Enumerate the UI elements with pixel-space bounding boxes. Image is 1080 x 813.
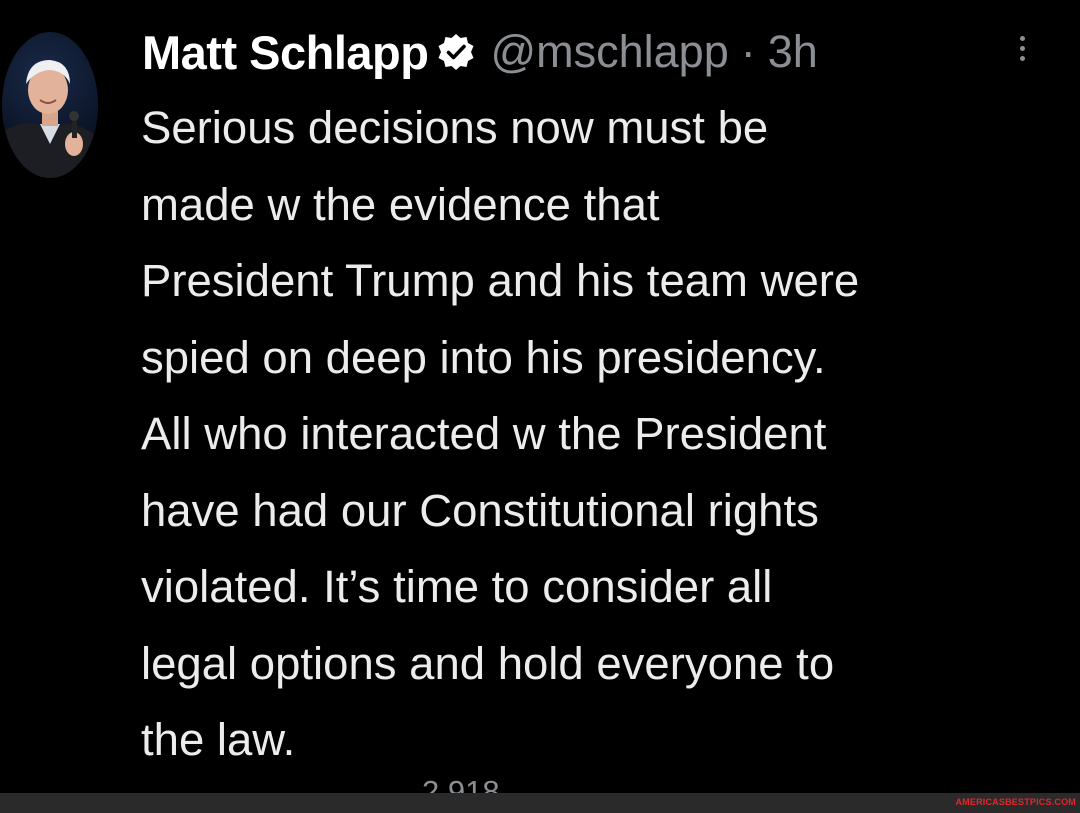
timestamp[interactable]: 3h bbox=[768, 26, 818, 78]
separator-dot: · bbox=[740, 26, 756, 77]
tweet-text-line: legal options and hold everyone to bbox=[141, 637, 835, 689]
engagement-count[interactable]: 2,918 bbox=[422, 774, 500, 793]
user-handle[interactable]: @mschlapp bbox=[490, 26, 728, 78]
tweet-text-line: have had our Constitutional rights bbox=[141, 484, 819, 536]
tweet-text-line: violated. It’s time to consider all bbox=[141, 561, 773, 612]
verified-badge-icon bbox=[436, 32, 476, 72]
tweet-text: Serious decisions now must be made w the… bbox=[141, 90, 1071, 779]
tweet-header: Matt Schlapp @mschlapp · 3h bbox=[142, 20, 818, 84]
watermark-bar: AMERICASBESTPICS.COM bbox=[0, 793, 1080, 813]
tweet-text-line: President Trump and his team were bbox=[141, 255, 860, 306]
avatar[interactable] bbox=[2, 32, 98, 178]
watermark: AMERICASBESTPICS.COM bbox=[955, 797, 1076, 807]
tweet-text-line: All who interacted w the President bbox=[141, 408, 827, 459]
tweet-text-line: spied on deep into his presidency. bbox=[141, 331, 826, 383]
display-name[interactable]: Matt Schlapp bbox=[142, 25, 429, 80]
tweet[interactable]: Matt Schlapp @mschlapp · 3h Serious deci… bbox=[0, 0, 1080, 793]
tweet-text-line: the law. bbox=[141, 714, 296, 765]
tweet-text-line: made w the evidence that bbox=[141, 178, 660, 230]
more-options-icon[interactable] bbox=[1012, 32, 1032, 72]
tweet-text-line: Serious decisions now must be bbox=[141, 102, 769, 153]
